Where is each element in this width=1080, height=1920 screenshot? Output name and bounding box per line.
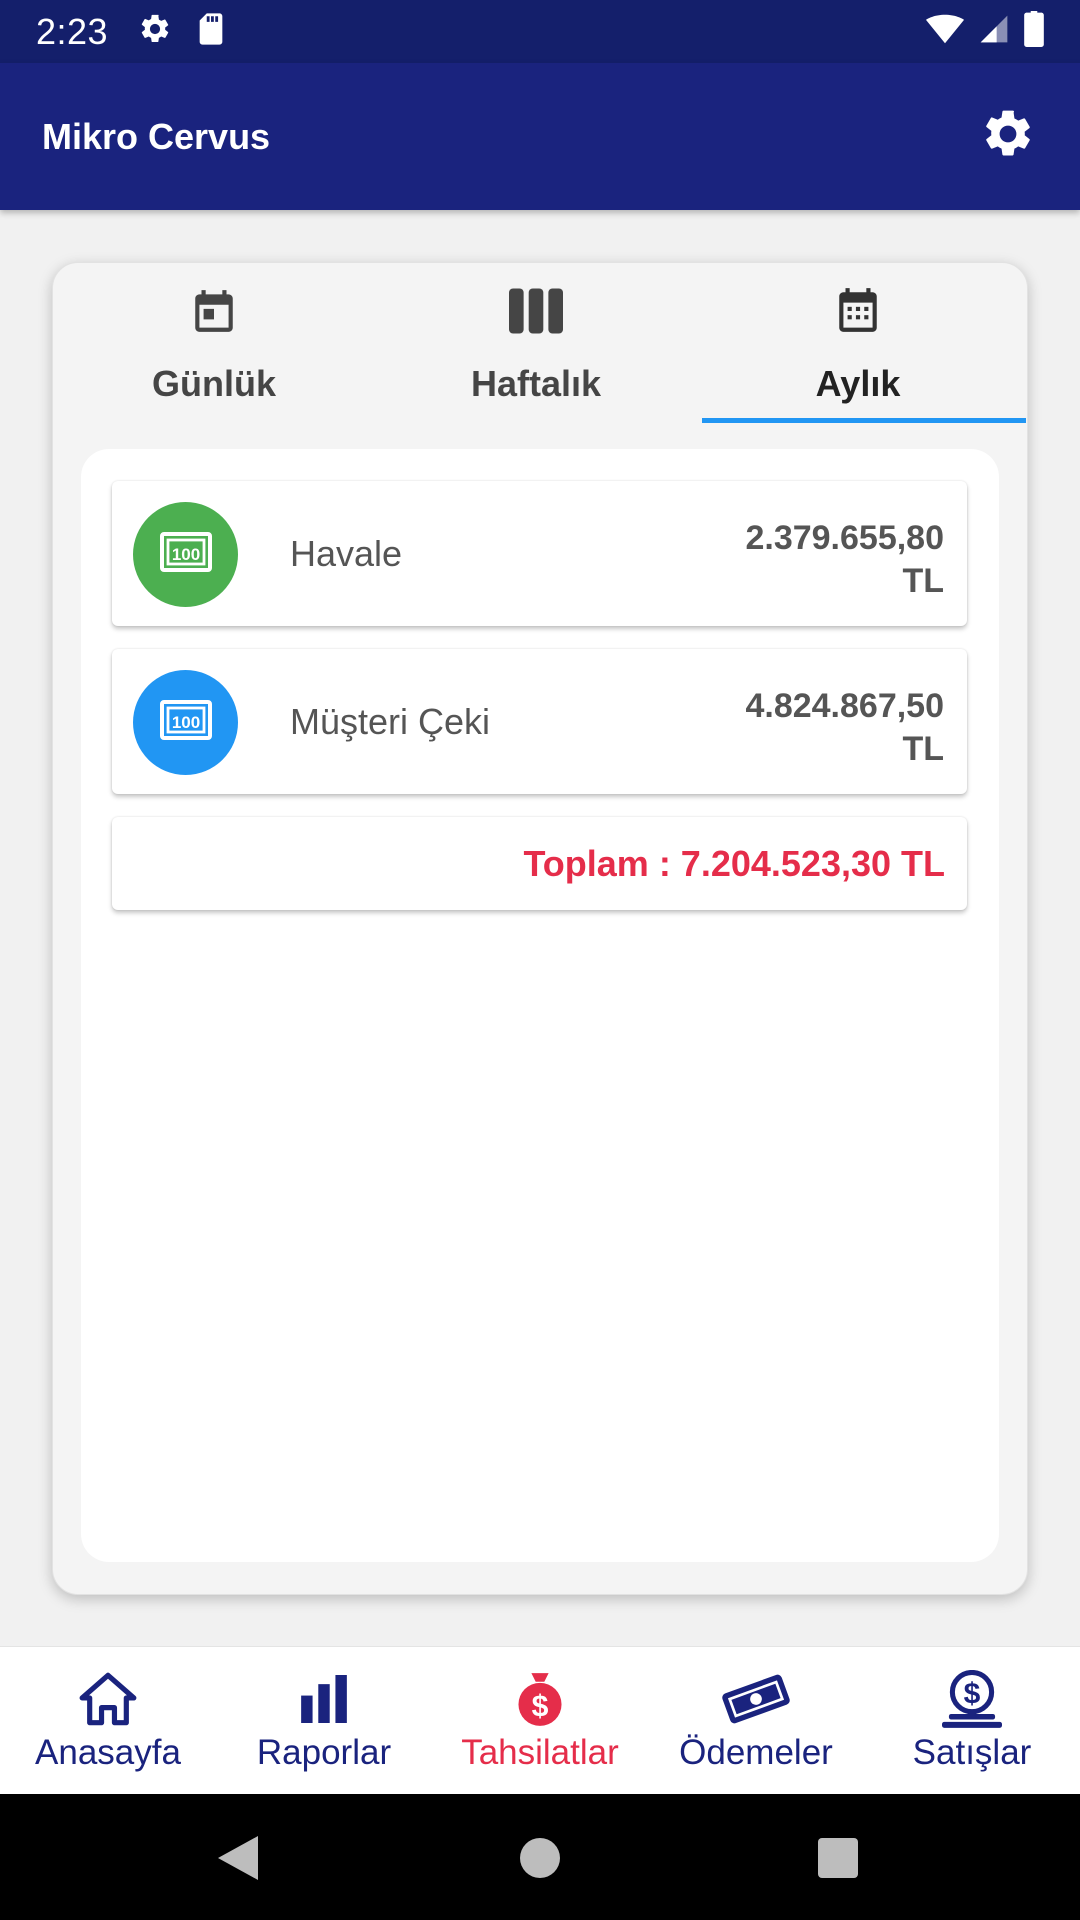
recents-icon (818, 1837, 858, 1883)
nav-satislar[interactable]: $ Satışlar (864, 1647, 1080, 1795)
nav-odemeler[interactable]: Ödemeler (648, 1647, 864, 1795)
system-nav-bar (0, 1794, 1080, 1920)
sd-card-icon (196, 12, 226, 51)
total-card: Toplam : 7.204.523,30 TL (112, 817, 967, 910)
nav-label: Satışlar (912, 1733, 1032, 1772)
list-item-musteri-ceki[interactable]: 100 Müşteri Çeki 4.824.867,50 TL (112, 649, 967, 794)
total-text: Toplam : 7.204.523,30 TL (523, 842, 945, 884)
money-icon: 100 (159, 532, 212, 577)
svg-text:$: $ (532, 1690, 549, 1723)
svg-text:$: $ (964, 1678, 981, 1711)
status-bar: 2:23 (0, 0, 1080, 63)
gear-icon (138, 12, 172, 51)
svg-text:100: 100 (171, 713, 199, 732)
nav-label: Anasayfa (35, 1733, 181, 1772)
amount-currency: TL (902, 562, 944, 600)
nav-label: Raporlar (256, 1733, 392, 1772)
active-tab-indicator (702, 418, 1026, 423)
settings-button[interactable] (978, 107, 1038, 167)
nav-label: Tahsilatlar (461, 1733, 619, 1772)
tab-label: Aylık (815, 363, 901, 404)
tab-haftalik[interactable]: Haftalık (375, 263, 697, 423)
list-item-havale[interactable]: 100 Havale 2.379.655,80 TL (112, 481, 967, 626)
back-icon (216, 1834, 260, 1887)
nav-label: Ödemeler (679, 1733, 833, 1772)
svg-text:100: 100 (171, 545, 199, 564)
avatar: 100 (133, 670, 238, 775)
amount-currency: TL (902, 730, 944, 768)
main-card: Günlük Haftalık Aylık 100 Havale 2.379.6… (52, 262, 1028, 1595)
bar-chart-icon (301, 1671, 347, 1727)
amount-value: 2.379.655,80 (745, 519, 944, 557)
tab-label: Haftalık (470, 363, 602, 404)
dollar-hand-icon: $ (942, 1670, 1002, 1728)
status-time: 2:23 (36, 10, 109, 52)
app-bar: Mikro Cervus (0, 63, 1080, 210)
money-bag-icon: $ (516, 1671, 564, 1727)
tab-label: Günlük (152, 363, 276, 404)
bottom-nav: Anasayfa Raporlar $ Tahsilatlar Ödemeler… (0, 1646, 1080, 1794)
back-button[interactable] (208, 1830, 268, 1890)
avatar: 100 (133, 502, 238, 607)
home-circle-icon (520, 1837, 560, 1883)
period-tabs: Günlük Haftalık Aylık (53, 263, 1029, 423)
signal-icon (978, 13, 1010, 50)
item-amount: 2.379.655,80 TL (745, 517, 944, 603)
wifi-icon (926, 14, 964, 49)
calendar-day-icon (189, 281, 239, 341)
app-title: Mikro Cervus (42, 115, 271, 157)
item-name: Müşteri Çeki (290, 700, 491, 742)
battery-icon (1024, 11, 1044, 52)
calendar-month-icon (833, 281, 883, 341)
money-icon: 100 (159, 700, 212, 745)
recents-button[interactable] (808, 1830, 868, 1890)
gear-icon (980, 106, 1036, 167)
home-icon (77, 1671, 139, 1727)
amount-value: 4.824.867,50 (745, 687, 944, 725)
banknote-icon (720, 1671, 792, 1727)
item-name: Havale (290, 532, 403, 574)
home-button[interactable] (510, 1830, 570, 1890)
item-amount: 4.824.867,50 TL (745, 685, 944, 771)
nav-anasayfa[interactable]: Anasayfa (0, 1647, 216, 1795)
content-panel: 100 Havale 2.379.655,80 TL 100 Müşteri Ç… (81, 449, 999, 1562)
tab-gunluk[interactable]: Günlük (53, 263, 375, 423)
nav-tahsilatlar[interactable]: $ Tahsilatlar (432, 1647, 648, 1795)
nav-raporlar[interactable]: Raporlar (216, 1647, 432, 1795)
tab-aylik[interactable]: Aylık (697, 263, 1019, 423)
week-columns-icon (509, 281, 563, 341)
